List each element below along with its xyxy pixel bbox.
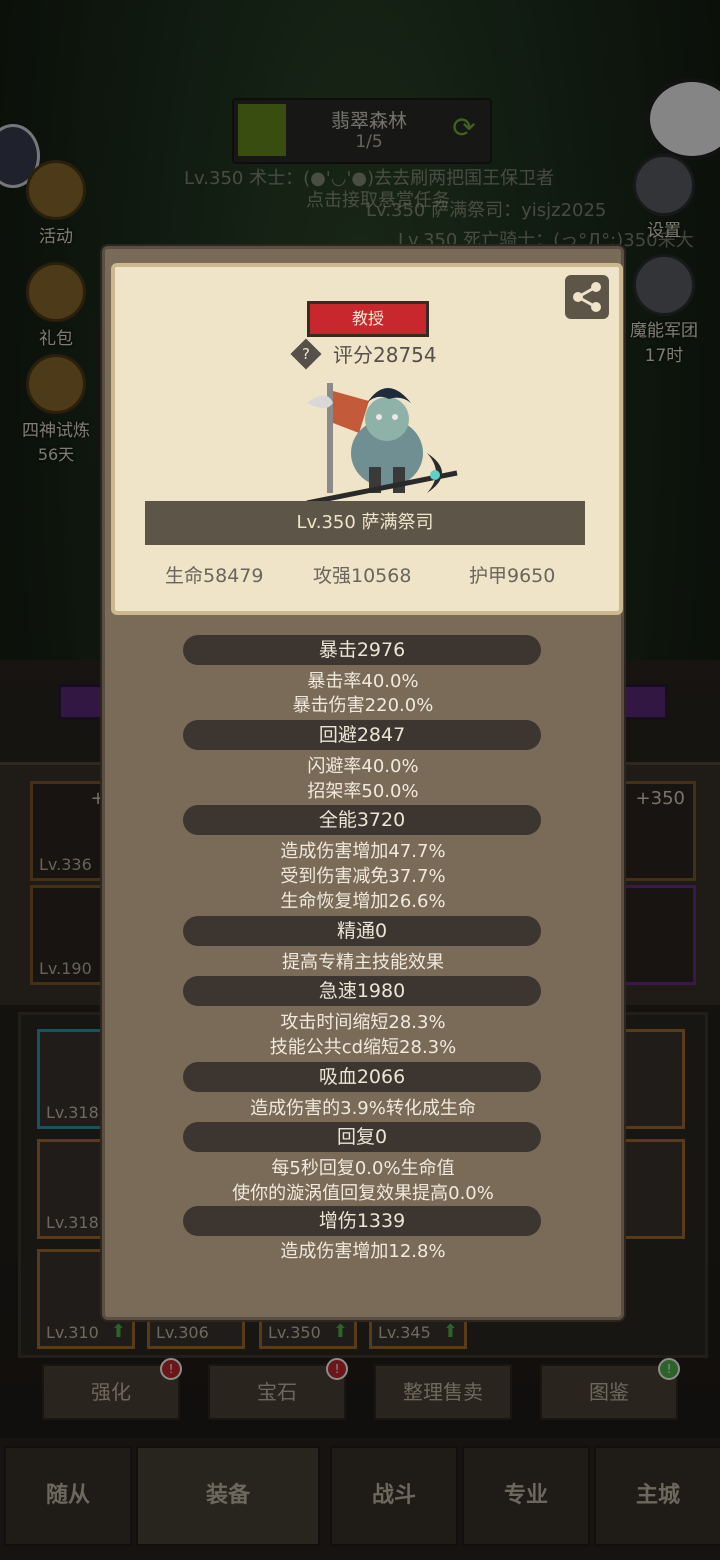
stat-line: 造成伤害的3.9%转化成生命 <box>250 1098 476 1119</box>
hero-card: 教授 ? 评分28754 Lv.350 萨满祭司 生命58479 攻强10568… <box>111 263 623 615</box>
stat-line: 招架率50.0% <box>307 781 419 802</box>
rank-badge: 教授 <box>307 301 429 337</box>
stat-line: 使你的漩涡值回复效果提高0.0% <box>232 1183 494 1204</box>
hero-stats-modal: 教授 ? 评分28754 Lv.350 萨满祭司 生命58479 攻强10568… <box>102 246 624 1320</box>
stat-line: 技能公共cd缩短28.3% <box>269 1037 457 1058</box>
stat-line: 暴击伤害220.0% <box>292 695 434 716</box>
share-icon <box>573 282 601 312</box>
share-button[interactable] <box>565 275 609 319</box>
stat-lifesteal-header: 吸血2066 <box>183 1062 541 1092</box>
hero-portrait <box>306 383 458 506</box>
stat-dodge-header: 回避2847 <box>183 720 541 750</box>
stat-line: 每5秒回复0.0%生命值 <box>271 1158 455 1179</box>
stat-line: 造成伤害增加47.7% <box>280 841 446 862</box>
stat-haste-header: 急速1980 <box>183 976 541 1006</box>
hp-stat: 生命58479 <box>165 565 264 587</box>
stat-line: 受到伤害减免37.7% <box>280 866 446 887</box>
stat-line: 造成伤害增加12.8% <box>280 1241 446 1262</box>
stat-damage-bonus-header: 增伤1339 <box>183 1206 541 1236</box>
help-icon-glyph: ? <box>302 345 310 363</box>
stat-regen-header: 回复0 <box>183 1122 541 1152</box>
stat-line: 攻击时间缩短28.3% <box>280 1012 446 1033</box>
stat-versatility-header: 全能3720 <box>183 805 541 835</box>
stat-line: 提高专精主技能效果 <box>282 952 444 973</box>
stat-line: 暴击率40.0% <box>307 671 419 692</box>
attack-stat: 攻强10568 <box>313 565 412 587</box>
hero-name: Lv.350 萨满祭司 <box>145 501 585 545</box>
armor-stat: 护甲9650 <box>469 565 556 587</box>
stat-crit-header: 暴击2976 <box>183 635 541 665</box>
stat-mastery-header: 精通0 <box>183 916 541 946</box>
stat-line: 闪避率40.0% <box>307 756 419 777</box>
stat-line: 生命恢复增加26.6% <box>280 891 446 912</box>
